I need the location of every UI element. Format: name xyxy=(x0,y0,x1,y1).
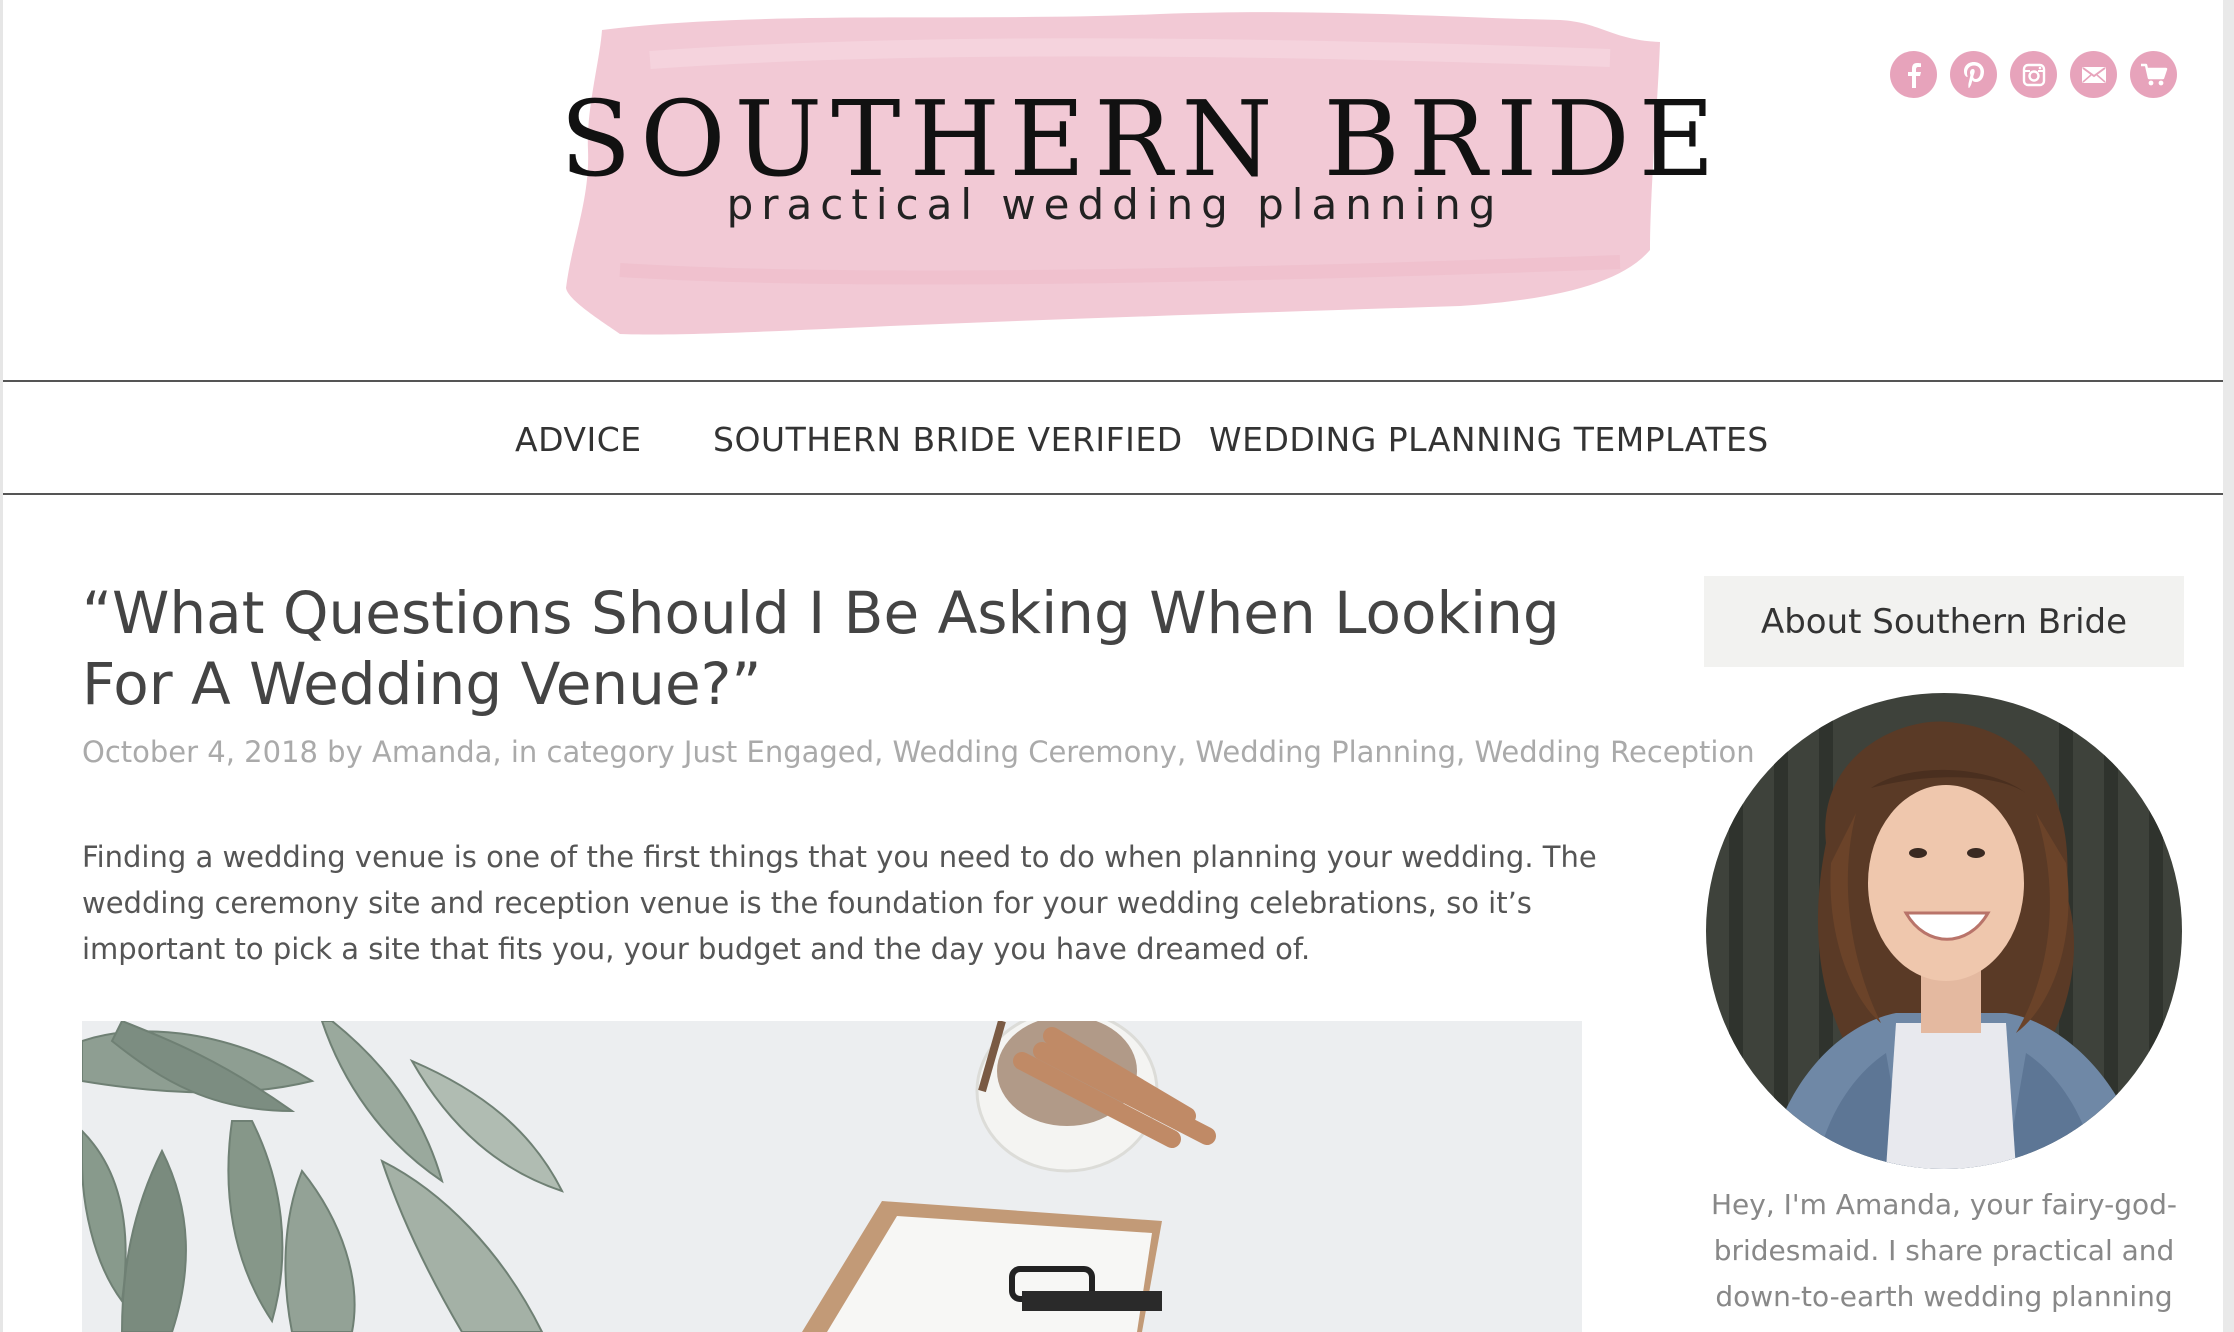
social-links xyxy=(1890,51,2177,98)
article-intro: Finding a wedding venue is one of the fi… xyxy=(82,840,1597,966)
category-link-wedding-reception[interactable]: Wedding Reception xyxy=(1474,735,1754,769)
category-link-wedding-planning[interactable]: Wedding Planning xyxy=(1195,735,1456,769)
author-link[interactable]: Amanda xyxy=(372,735,492,769)
sidebar-widget-title: About Southern Bride xyxy=(1704,576,2184,667)
article-meta: October 4, 2018 by Amanda, in category J… xyxy=(82,735,1755,769)
article-title: “What Questions Should I Be Asking When … xyxy=(82,579,1560,718)
meta-separator: , xyxy=(1456,735,1475,769)
pinterest-icon[interactable] xyxy=(1950,51,1997,98)
logo-tagline: practical wedding planning xyxy=(726,180,1504,229)
page-frame-right xyxy=(2223,0,2234,1332)
sidebar-bio: Hey, I'm Amanda, your fairy-god-bridesma… xyxy=(1711,1188,2177,1313)
facebook-icon[interactable] xyxy=(1890,51,1937,98)
instagram-icon[interactable] xyxy=(2010,51,2057,98)
meta-category-prefix: , in category xyxy=(492,735,684,769)
author-avatar xyxy=(1706,693,2182,1169)
nav-item-wedding-planning-templates[interactable]: WEDDING PLANNING TEMPLATES xyxy=(1209,420,1769,459)
meta-separator: , xyxy=(874,735,893,769)
page-frame-left xyxy=(0,0,3,1332)
post-date: October 4, 2018 xyxy=(82,735,318,769)
featured-image xyxy=(82,1021,1582,1332)
meta-by-text: by xyxy=(317,735,372,769)
main-navigation: ADVICE SOUTHERN BRIDE VERIFIED WEDDING P… xyxy=(3,380,2223,495)
nav-item-southern-bride-verified[interactable]: SOUTHERN BRIDE VERIFIED xyxy=(713,420,1183,459)
cart-icon[interactable] xyxy=(2130,51,2177,98)
meta-separator: , xyxy=(1176,735,1196,769)
category-link-just-engaged[interactable]: Just Engaged xyxy=(684,735,874,769)
site-logo[interactable]: SOUTHERN BRIDE practical wedding plannin… xyxy=(560,0,1715,345)
email-icon[interactable] xyxy=(2070,51,2117,98)
category-link-wedding-ceremony[interactable]: Wedding Ceremony xyxy=(893,735,1177,769)
nav-item-advice[interactable]: ADVICE xyxy=(515,420,642,459)
